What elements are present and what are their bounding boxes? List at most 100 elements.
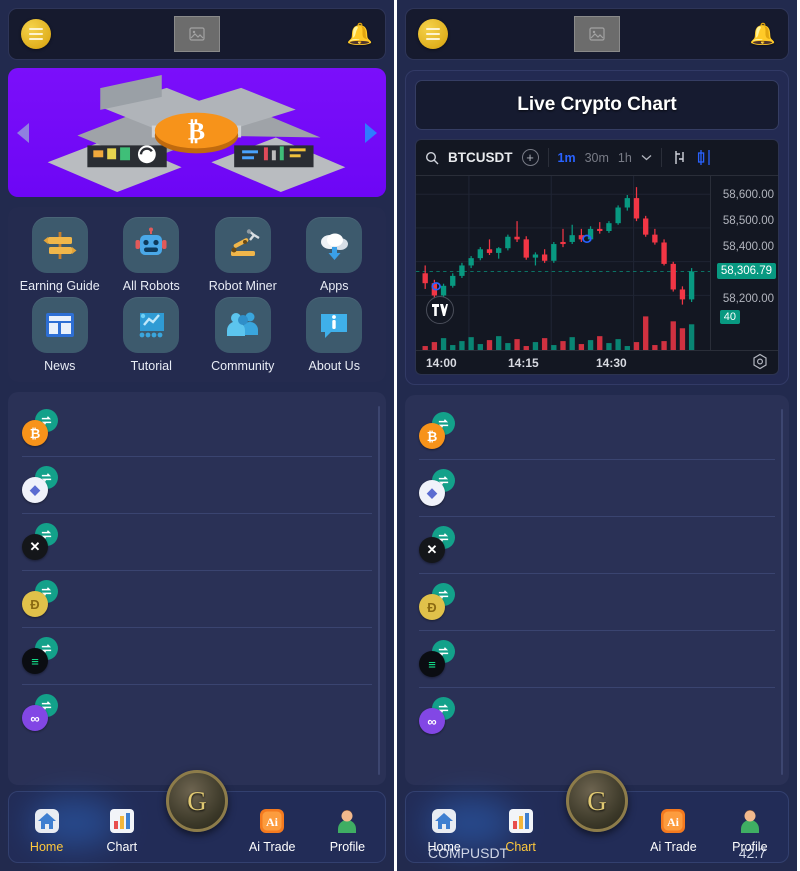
timeframe-1m[interactable]: 1m xyxy=(558,151,576,165)
tradingview-widget[interactable]: BTCUSDT + 1m 30m 1h 58,600.00 58,500.00 … xyxy=(415,139,779,375)
price-tick-3: 58,200.00 xyxy=(722,293,774,306)
coin-avatar: ₿ xyxy=(22,409,58,447)
nav-item-profile[interactable]: Profile xyxy=(310,806,385,854)
crypto-row[interactable]: ∞ xyxy=(22,684,372,741)
crypto-row[interactable]: Ð xyxy=(22,570,372,627)
candles-svg xyxy=(416,176,710,350)
doge-icon: Ð xyxy=(22,591,48,618)
nav-item-home[interactable]: Home xyxy=(9,806,84,854)
xrp-icon: ✕ xyxy=(22,534,48,561)
chart-ticker[interactable]: BTCUSDT xyxy=(448,150,513,165)
newspaper-icon xyxy=(31,296,88,353)
current-price-label: 58,306.79 xyxy=(716,263,776,280)
menu-item-earning-guide[interactable]: Earning Guide xyxy=(14,217,106,295)
time-tick-1: 14:00 xyxy=(426,355,457,370)
hamburger-icon[interactable] xyxy=(418,19,448,49)
crypto-values xyxy=(766,486,775,490)
coin-avatar: ✕ xyxy=(22,523,58,561)
crypto-values xyxy=(363,426,372,430)
menu-item-news[interactable]: News xyxy=(14,296,106,375)
nav-item-home[interactable]: Home xyxy=(406,806,482,854)
volume-label: 40 xyxy=(719,310,740,325)
menu-item-all-robots[interactable]: All Robots xyxy=(106,217,198,295)
home-icon xyxy=(429,806,459,836)
crypto-values xyxy=(766,714,775,718)
page-title: Live Crypto Chart xyxy=(415,80,779,130)
crypto-list[interactable]: ₿ ◆ ✕ Ð ≡ ∞ xyxy=(8,396,386,741)
timeframe-30m[interactable]: 30m xyxy=(585,151,609,165)
gold-coin-icon[interactable]: G xyxy=(166,770,228,832)
gold-coin-icon[interactable]: G xyxy=(566,770,628,832)
nav-item-label: Home xyxy=(29,840,64,854)
doge-icon: Ð xyxy=(419,594,445,620)
crypto-row[interactable]: ≡ xyxy=(22,627,372,684)
coin-letter: G xyxy=(587,785,607,816)
crypto-row[interactable]: ✕ xyxy=(419,516,775,573)
bottom-navigation: COMPUSDT 42.7 Home Chart Ai Ai Trade Pro… xyxy=(405,770,789,863)
crypto-row[interactable]: ≡ xyxy=(419,630,775,687)
home-icon xyxy=(32,806,62,836)
candlestick-plot[interactable] xyxy=(416,176,710,350)
list-scrollbar[interactable] xyxy=(780,409,783,775)
hamburger-icon[interactable] xyxy=(21,19,51,49)
list-scrollbar[interactable] xyxy=(377,406,380,775)
bell-icon[interactable]: 🔔 xyxy=(750,24,776,45)
nav-item-label: Home xyxy=(427,840,461,854)
app-header-right: 🔔 xyxy=(405,8,789,60)
live-chart-card: Live Crypto Chart BTCUSDT + 1m 30m 1h 58… xyxy=(405,70,789,385)
crypto-row[interactable]: ∞ xyxy=(419,687,775,744)
time-tick-2: 14:15 xyxy=(508,355,539,370)
coin-avatar: Ð xyxy=(419,583,455,620)
nav-item-ai-trade[interactable]: Ai Ai Trade xyxy=(635,806,711,854)
eth-icon: ◆ xyxy=(22,477,48,504)
cloud-download-icon xyxy=(306,217,363,273)
bar-chart-icon xyxy=(107,806,137,836)
time-axis: 14:00 14:15 14:30 xyxy=(416,350,778,374)
crypto-row[interactable]: ◆ xyxy=(419,459,775,516)
person-icon xyxy=(332,806,362,836)
price-tick-1: 58,500.00 xyxy=(722,215,774,228)
toolbar-divider xyxy=(547,148,549,167)
crypto-list[interactable]: ₿ ◆ ✕ Ð ≡ ∞ xyxy=(405,399,789,744)
menu-item-label: Robot Miner xyxy=(208,279,277,293)
presentation-icon xyxy=(123,296,180,353)
crypto-row[interactable]: ₿ xyxy=(419,403,775,459)
chevron-right-icon[interactable] xyxy=(365,122,377,143)
search-icon[interactable] xyxy=(425,151,439,165)
target-icon[interactable] xyxy=(752,353,768,372)
price-axis: 58,600.00 58,500.00 58,400.00 58,200.00 58,3… xyxy=(710,176,778,350)
crypto-row[interactable]: ✕ xyxy=(22,513,372,570)
menu-item-community[interactable]: Community xyxy=(197,296,289,375)
menu-item-apps[interactable]: Apps xyxy=(289,217,381,295)
matic-icon: ∞ xyxy=(22,705,48,732)
app-header: 🔔 xyxy=(8,8,386,60)
matic-icon: ∞ xyxy=(419,708,445,734)
nav-item-profile[interactable]: Profile xyxy=(712,806,788,854)
crypto-row[interactable]: Ð xyxy=(419,573,775,630)
menu-item-about-us[interactable]: About Us xyxy=(289,296,381,375)
chevron-left-icon[interactable] xyxy=(17,122,29,143)
crypto-row[interactable]: ◆ xyxy=(22,456,372,513)
nav-item-chart[interactable]: Chart xyxy=(84,806,159,854)
crypto-values xyxy=(766,657,775,661)
bell-icon[interactable]: 🔔 xyxy=(347,24,373,45)
menu-item-robot-miner[interactable]: Robot Miner xyxy=(197,217,289,295)
chevron-down-icon[interactable] xyxy=(641,154,652,161)
nav-item-ai-trade[interactable]: Ai Ai Trade xyxy=(235,806,310,854)
timeframe-1h[interactable]: 1h xyxy=(618,151,632,165)
candlestick-icon[interactable] xyxy=(697,149,712,166)
price-tick-0: 58,600.00 xyxy=(722,188,774,201)
menu-item-tutorial[interactable]: Tutorial xyxy=(106,296,198,375)
left-phone-screen: 🔔 ₿ Earning Guide All Robots Robot Miner… xyxy=(0,0,397,871)
plus-circle-icon[interactable]: + xyxy=(521,149,539,166)
bar-chart-icon[interactable] xyxy=(671,149,688,166)
promo-banner[interactable]: ₿ xyxy=(8,68,386,197)
toolbar-divider-2 xyxy=(660,148,662,167)
nav-item-label: Profile xyxy=(732,840,768,854)
menu-item-label: About Us xyxy=(308,358,360,373)
price-tick-2: 58,400.00 xyxy=(722,241,774,254)
time-tick-3: 14:30 xyxy=(596,355,627,370)
crypto-row[interactable]: ₿ xyxy=(22,400,372,456)
nav-item-chart[interactable]: Chart xyxy=(482,806,558,854)
btc-icon: ₿ xyxy=(419,423,445,449)
